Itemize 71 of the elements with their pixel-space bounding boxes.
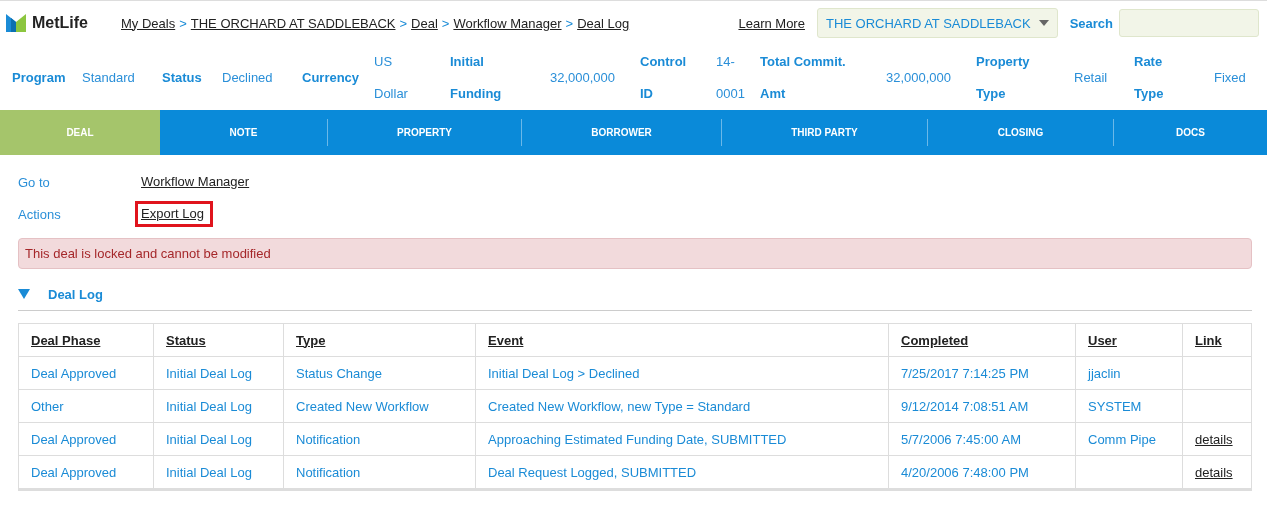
table-cell: Initial Deal Log: [153, 389, 284, 423]
summary-value: Declined: [222, 68, 274, 87]
triangle-icon[interactable]: [18, 288, 30, 301]
table-cell: Initial Deal Log > Declined: [475, 356, 889, 390]
row-label: Go to: [18, 175, 51, 190]
section-title: Deal Log: [48, 287, 103, 302]
nav-tab[interactable]: NOTE: [160, 110, 327, 155]
table-cell: Deal Approved: [18, 356, 154, 390]
column-header[interactable]: Type: [283, 323, 476, 357]
summary-value: 32,000,000: [886, 68, 953, 87]
table-cell: Initial Deal Log: [153, 422, 284, 456]
table-cell: SYSTEM: [1075, 389, 1183, 423]
column-header[interactable]: Completed: [888, 323, 1076, 357]
table-cell: Comm Pipe: [1075, 422, 1183, 456]
column-header[interactable]: Link: [1182, 323, 1252, 357]
summary-label: Initial Funding: [450, 52, 503, 103]
summary-value: Retail: [1074, 68, 1109, 87]
link[interactable]: Export Log: [135, 201, 213, 227]
summary-label: Status: [162, 68, 203, 87]
column-header[interactable]: Event: [475, 323, 889, 357]
summary-value: 32,000,000: [550, 68, 617, 87]
table-cell: Notification: [283, 422, 476, 456]
nav-tab[interactable]: CLOSING: [928, 110, 1113, 155]
breadcrumb-separator: >: [565, 15, 574, 31]
summary-label: Program: [12, 68, 67, 87]
nav-tab[interactable]: BORROWER: [522, 110, 721, 155]
breadcrumb-separator: >: [399, 15, 408, 31]
summary-value: Standard: [82, 68, 136, 87]
summary-label: Control ID: [640, 52, 688, 103]
logo-icon: [6, 14, 26, 32]
nav-tab[interactable]: DOCS: [1114, 110, 1267, 155]
learn-more-link[interactable]: Learn More: [738, 15, 805, 31]
table-cell: Deal Approved: [18, 455, 154, 490]
summary-value: Fixed: [1214, 68, 1247, 87]
breadcrumb-separator: >: [441, 15, 450, 31]
table-cell: Initial Deal Log: [153, 356, 284, 390]
breadcrumb-link[interactable]: THE ORCHARD AT SADDLEBACK: [190, 15, 396, 31]
breadcrumb-link[interactable]: My Deals: [121, 15, 176, 31]
table-cell: Approaching Estimated Funding Date, SUBMITTED: [475, 422, 889, 456]
column-header[interactable]: Status: [153, 323, 284, 357]
summary-label: Total Commit. Amt: [760, 52, 847, 103]
breadcrumb-link[interactable]: Deal Log: [577, 15, 630, 31]
breadcrumb-separator: >: [179, 15, 187, 31]
search-field[interactable]: [1119, 9, 1259, 37]
table-cell: 7/25/2017 7:14:25 PM: [888, 356, 1076, 390]
table-cell: jjaclin: [1075, 356, 1183, 390]
summary-value: US Dollar: [374, 52, 409, 103]
summary-label: Rate Type: [1134, 52, 1165, 103]
logo-text: MetLife: [32, 14, 88, 32]
table-cell: 9/12/2014 7:08:51 AM: [888, 389, 1076, 423]
nav-tab[interactable]: THIRD PARTY: [722, 110, 927, 155]
table-cell: Created New Workflow: [283, 389, 476, 423]
summary-value: 14- 0001: [716, 52, 746, 103]
table-cell: Other: [18, 389, 154, 423]
table-cell: 5/7/2006 7:45:00 AM: [888, 422, 1076, 456]
search-label: Search: [1069, 15, 1113, 31]
table-cell: Status Change: [283, 356, 476, 390]
summary-label: Property Type: [976, 52, 1031, 103]
column-header[interactable]: Deal Phase: [18, 323, 154, 357]
table-cell: Created New Workflow, new Type = Standard: [475, 389, 889, 423]
column-header[interactable]: User: [1075, 323, 1183, 357]
breadcrumb-link[interactable]: Deal: [411, 15, 438, 31]
alert-message: This deal is locked and cannot be modified: [18, 238, 1252, 269]
breadcrumb-link[interactable]: Workflow Manager: [453, 15, 562, 31]
details-link[interactable]: details: [1182, 422, 1252, 456]
nav-tab[interactable]: PROPERTY: [328, 110, 521, 155]
table-cell: Deal Approved: [18, 422, 154, 456]
caret-icon: [1038, 20, 1049, 26]
row-label: Actions: [18, 207, 62, 222]
summary-label: Currency: [302, 68, 361, 87]
link[interactable]: Workflow Manager: [135, 169, 259, 195]
